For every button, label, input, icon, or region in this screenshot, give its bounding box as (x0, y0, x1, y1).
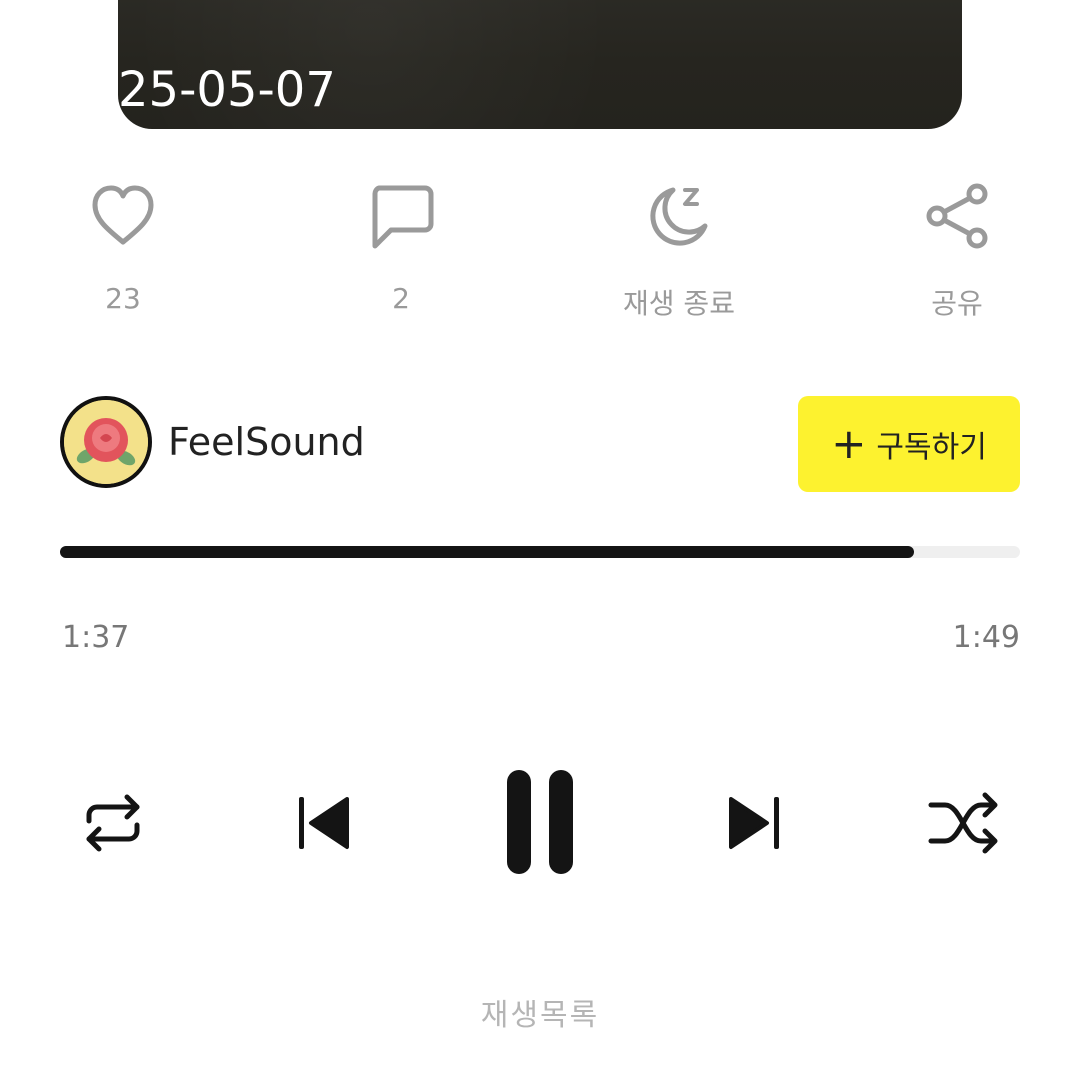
progress-bar[interactable] (60, 546, 1020, 558)
subscribe-label: 구독하기 (876, 430, 987, 465)
previous-button[interactable] (258, 760, 388, 890)
pause-button[interactable] (475, 760, 605, 890)
pause-icon (495, 768, 585, 882)
progress-fill (60, 546, 915, 558)
skip-next-icon (719, 787, 791, 863)
moon-sleep-icon (609, 180, 749, 252)
playlist-link[interactable]: 재생목록 (0, 990, 1080, 1034)
comment-icon (331, 180, 471, 252)
total-time: 1:49 (952, 620, 1020, 655)
current-time: 1:37 (62, 620, 130, 655)
shuffle-button[interactable] (900, 760, 1030, 890)
artist-name[interactable]: FeelSound (168, 420, 365, 464)
comment-count: 2 (392, 282, 410, 315)
shuffle-icon (927, 787, 1003, 863)
next-button[interactable] (690, 760, 820, 890)
share-icon (887, 180, 1027, 252)
repeat-icon (77, 787, 149, 863)
repeat-button[interactable] (48, 760, 178, 890)
subscribe-button[interactable]: + 구독하기 (798, 396, 1020, 492)
cover-date: 25-05-07 (118, 62, 336, 118)
sleep-timer-label: 재생 종료 (623, 287, 735, 320)
action-bar: 23 2 재생 종료 공유 (0, 180, 1080, 320)
artist-row: FeelSound + 구독하기 (60, 394, 1020, 494)
heart-icon (53, 180, 193, 252)
comment-button[interactable]: 2 (331, 180, 471, 315)
avatar[interactable] (60, 396, 152, 488)
skip-previous-icon (287, 787, 359, 863)
plus-icon: + (831, 419, 867, 468)
share-button[interactable]: 공유 (887, 180, 1027, 322)
share-label: 공유 (931, 287, 983, 320)
like-count: 23 (105, 282, 141, 315)
like-button[interactable]: 23 (53, 180, 193, 315)
sleep-timer-button[interactable]: 재생 종료 (609, 180, 749, 322)
